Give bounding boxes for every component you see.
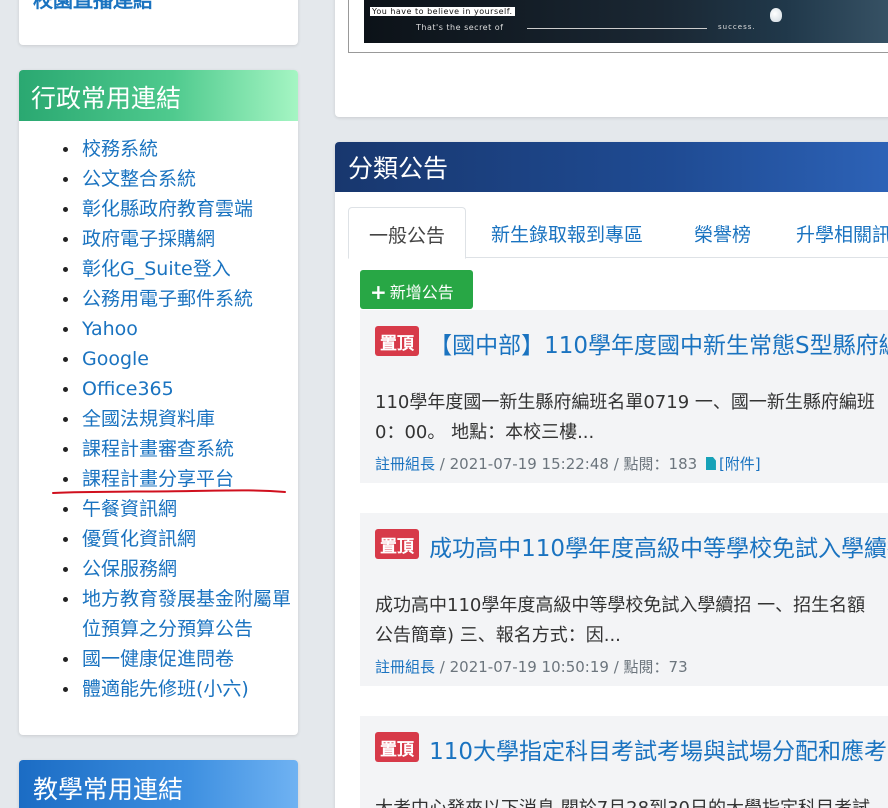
admin-link-procurement[interactable]: 政府電子採購網 bbox=[82, 228, 215, 250]
post-title[interactable]: 110大學指定科目考試考場與試場分配和應考 bbox=[429, 739, 887, 765]
post-author[interactable]: 註冊組長 bbox=[375, 455, 435, 473]
admin-link-curriculum-share[interactable]: 課程計畫分享平台 bbox=[82, 468, 234, 490]
announcements-heading: 分類公告 bbox=[335, 142, 888, 192]
pinned-badge: 置頂 bbox=[375, 732, 419, 762]
tab-honor-roll[interactable]: 榮譽榜 bbox=[694, 207, 751, 258]
list-item: 置頂 成功高中110學年度高級中等學校免試入學續招 成功高中110學年度高級中等… bbox=[360, 513, 888, 686]
list-item: Google bbox=[19, 344, 298, 374]
file-icon bbox=[705, 457, 716, 470]
list-item: 校務系統 bbox=[19, 134, 298, 164]
pinned-badge: 置頂 bbox=[375, 326, 419, 356]
admin-link-law-database[interactable]: 全國法規資料庫 bbox=[82, 408, 215, 430]
list-item: Office365 bbox=[19, 374, 298, 404]
post-views: 183 bbox=[668, 455, 698, 473]
post-excerpt-line: 成功高中110學年度高級中等學校免試入學續招 一、招生名額 bbox=[375, 595, 866, 616]
banner-line-2: That's the secret of bbox=[416, 23, 504, 32]
post-excerpt: 大考中心發來以下消息 關於7月28到30日的大學指定科目考試 bbox=[375, 794, 888, 808]
banner-line-3: success. bbox=[718, 23, 756, 31]
add-announcement-label: 新增公告 bbox=[389, 283, 454, 302]
admin-link-quality[interactable]: 優質化資訊網 bbox=[82, 528, 196, 550]
admin-link-health-survey[interactable]: 國一健康促進問卷 bbox=[82, 648, 234, 670]
admin-link-lunch[interactable]: 午餐資訊網 bbox=[82, 498, 177, 520]
banner-card: You have to believe in yourself. That's … bbox=[335, 0, 888, 117]
admin-links-list: 校務系統 公文整合系統 彰化縣政府教育雲端 政府電子採購網 彰化G_Suite登… bbox=[19, 134, 298, 704]
admin-link-edu-cloud[interactable]: 彰化縣政府教育雲端 bbox=[82, 198, 253, 220]
list-item: 彰化縣政府教育雲端 bbox=[19, 194, 298, 224]
post-excerpt-line: 110學年度國一新生縣府編班名單0719 一、國一新生縣府編班 bbox=[375, 392, 875, 413]
admin-link-google[interactable]: Google bbox=[82, 348, 149, 370]
admin-link-curriculum-review[interactable]: 課程計畫審查系統 bbox=[82, 438, 234, 460]
live-stream-card: 校園直播連結 bbox=[19, 0, 298, 45]
list-item: 彰化G_Suite登入 bbox=[19, 254, 298, 284]
post-author[interactable]: 註冊組長 bbox=[375, 658, 435, 676]
pinned-badge: 置頂 bbox=[375, 529, 419, 559]
post-datetime: 2021-07-19 15:22:48 bbox=[449, 455, 609, 473]
tab-general[interactable]: 一般公告 bbox=[348, 207, 467, 259]
list-item: 課程計畫審查系統 bbox=[19, 434, 298, 464]
post-title[interactable]: 成功高中110學年度高級中等學校免試入學續招 bbox=[429, 536, 888, 562]
list-item: 國一健康促進問卷 bbox=[19, 644, 298, 674]
announcement-tabs: 一般公告 新生錄取報到專區 榮譽榜 升學相關訊息 bbox=[348, 207, 888, 259]
admin-link-gsuite[interactable]: 彰化G_Suite登入 bbox=[82, 258, 231, 280]
list-item: 置頂 110大學指定科目考試考場與試場分配和應考 大考中心發來以下消息 關於7月… bbox=[360, 716, 888, 808]
teaching-links-heading: 教學常用連結 bbox=[19, 760, 298, 808]
plus-icon: + bbox=[370, 280, 387, 304]
post-views-label: 點閱： bbox=[623, 455, 669, 473]
admin-link-office365[interactable]: Office365 bbox=[82, 378, 174, 400]
admin-link-insurance[interactable]: 公保服務網 bbox=[82, 558, 177, 580]
announcements-card: 分類公告 一般公告 新生錄取報到專區 榮譽榜 升學相關訊息 +新增公告 置頂 【… bbox=[335, 142, 888, 808]
lightbulb-icon bbox=[770, 8, 782, 22]
post-excerpt: 110學年度國一新生縣府編班名單0719 一、國一新生縣府編班 0：00。 地點… bbox=[375, 388, 888, 448]
teaching-links-card: 教學常用連結 bbox=[19, 760, 298, 808]
post-excerpt: 成功高中110學年度高級中等學校免試入學續招 一、招生名額 公告簡章) 三、報名… bbox=[375, 591, 888, 651]
banner-line-1: You have to believe in yourself. bbox=[370, 7, 515, 16]
post-excerpt-line: 公告簡章) 三、報名方式：因... bbox=[375, 625, 621, 646]
tab-admissions[interactable]: 升學相關訊息 bbox=[796, 207, 888, 258]
admin-link-yahoo[interactable]: Yahoo bbox=[82, 318, 138, 340]
list-item: 課程計畫分享平台 bbox=[19, 464, 298, 494]
tab-new-students[interactable]: 新生錄取報到專區 bbox=[491, 207, 643, 258]
post-title[interactable]: 【國中部】110學年度國中新生常態S型縣府編班名單 bbox=[429, 333, 888, 359]
list-item: 地方教育發展基金附屬單位預算之分預算公告 bbox=[19, 584, 298, 644]
post-excerpt-line: 大考中心發來以下消息 關於7月28到30日的大學指定科目考試 bbox=[375, 794, 888, 808]
post-datetime: 2021-07-19 10:50:19 bbox=[449, 658, 609, 676]
list-item: 置頂 【國中部】110學年度國中新生常態S型縣府編班名單 110學年度國一新生縣… bbox=[360, 310, 888, 483]
post-excerpt-line: 0：00。 地點：本校三樓... bbox=[375, 422, 595, 443]
admin-link-document-system[interactable]: 公文整合系統 bbox=[82, 168, 196, 190]
admin-links-card: 行政常用連結 校務系統 公文整合系統 彰化縣政府教育雲端 政府電子採購網 彰化G… bbox=[19, 70, 298, 735]
banner-image: You have to believe in yourself. That's … bbox=[364, 0, 888, 43]
list-item: 全國法規資料庫 bbox=[19, 404, 298, 434]
post-views-label: 點閱： bbox=[623, 658, 669, 676]
banner-rule bbox=[527, 28, 707, 29]
admin-link-official-email[interactable]: 公務用電子郵件系統 bbox=[82, 288, 253, 310]
list-item: 政府電子採購網 bbox=[19, 224, 298, 254]
admin-link-school-affairs[interactable]: 校務系統 bbox=[82, 138, 158, 160]
post-meta: 註冊組長 / 2021-07-19 15:22:48 / 點閱：183 [附件] bbox=[375, 455, 761, 473]
post-views: 73 bbox=[668, 658, 688, 676]
add-announcement-button[interactable]: + 新增公告 bbox=[360, 270, 473, 309]
live-stream-heading[interactable]: 校園直播連結 bbox=[33, 0, 153, 13]
admin-link-budget-notice[interactable]: 地方教育發展基金附屬單位預算之分預算公告 bbox=[82, 584, 292, 644]
post-attachment-link[interactable]: [附件] bbox=[719, 455, 761, 473]
post-meta: 註冊組長 / 2021-07-19 10:50:19 / 點閱：73 bbox=[375, 658, 688, 676]
list-item: 午餐資訊網 bbox=[19, 494, 298, 524]
list-item: Yahoo bbox=[19, 314, 298, 344]
list-item: 公文整合系統 bbox=[19, 164, 298, 194]
admin-link-fitness-class[interactable]: 體適能先修班(小六) bbox=[82, 678, 249, 700]
list-item: 優質化資訊網 bbox=[19, 524, 298, 554]
list-item: 公務用電子郵件系統 bbox=[19, 284, 298, 314]
admin-links-heading: 行政常用連結 bbox=[19, 70, 298, 121]
list-item: 公保服務網 bbox=[19, 554, 298, 584]
list-item: 體適能先修班(小六) bbox=[19, 674, 298, 704]
